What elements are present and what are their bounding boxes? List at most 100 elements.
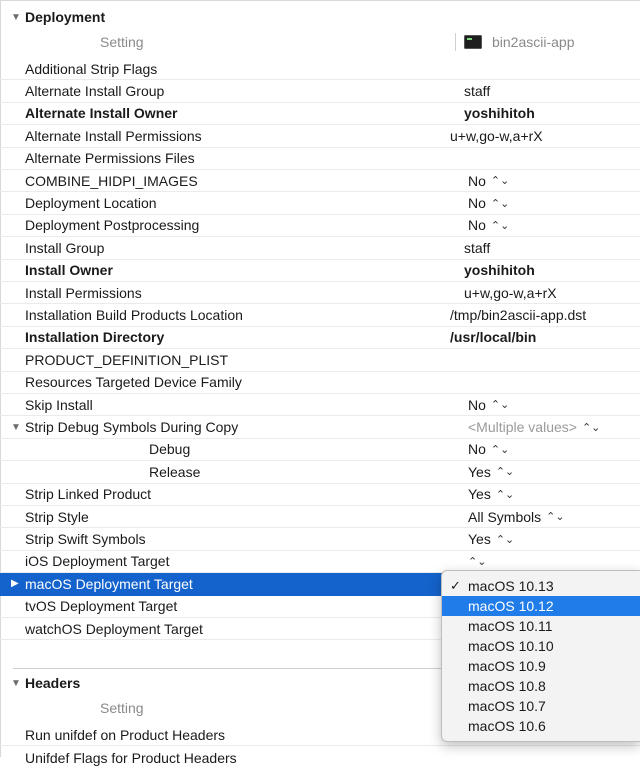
setting-value[interactable]: No ⌃⌄ <box>468 195 509 211</box>
stepper-icon[interactable]: ⌃⌄ <box>491 219 509 232</box>
setting-value[interactable]: u+w,go-w,a+rX <box>450 128 543 144</box>
setting-name: Debug <box>149 441 191 458</box>
disclosure-open-icon[interactable]: ▼ <box>11 12 21 23</box>
menu-item-macos-10-11[interactable]: macOS 10.11 <box>442 616 640 636</box>
setting-row[interactable]: Resources Targeted Device Family <box>0 372 640 394</box>
setting-column-label: Setting <box>100 700 144 716</box>
setting-name: Alternate Permissions Files <box>25 150 195 167</box>
setting-name: Deployment Location <box>25 195 157 212</box>
setting-column-label: Setting <box>100 34 144 50</box>
macos-version-popup-menu[interactable]: ✓ macOS 10.13 macOS 10.12 macOS 10.11 ma… <box>441 570 640 742</box>
setting-value[interactable]: /usr/local/bin <box>450 329 536 345</box>
stepper-icon[interactable]: ⌃⌄ <box>546 510 564 523</box>
target-column-header[interactable]: bin2ascii-app <box>456 34 575 50</box>
value-text: yoshihitoh <box>464 262 535 279</box>
menu-item-label: macOS 10.11 <box>468 618 553 634</box>
setting-value[interactable]: No ⌃⌄ <box>468 217 509 233</box>
setting-value[interactable]: staff <box>464 83 490 99</box>
top-border <box>0 0 640 1</box>
setting-value[interactable]: No ⌃⌄ <box>468 397 509 413</box>
setting-value[interactable]: yoshihitoh <box>464 105 535 121</box>
stepper-icon[interactable]: ⌃⌄ <box>491 443 509 456</box>
value-text: staff <box>464 239 491 256</box>
setting-value[interactable]: <Multiple values> ⌃⌄ <box>468 419 600 435</box>
stepper-icon[interactable]: ⌃⌄ <box>496 488 514 501</box>
value-text: u+w,go-w,a+rX <box>450 127 543 144</box>
stepper-icon[interactable]: ⌃⌄ <box>491 398 509 411</box>
disclosure-open-icon[interactable]: ▼ <box>11 422 21 433</box>
setting-row[interactable]: Installation Build Products Location /tm… <box>0 304 640 327</box>
setting-row[interactable]: Strip Swift Symbols Yes ⌃⌄ <box>0 528 640 551</box>
setting-name: iOS Deployment Target <box>25 553 170 570</box>
value-text: Yes <box>468 531 491 548</box>
setting-row-strip-debug[interactable]: ▼ Strip Debug Symbols During Copy <Multi… <box>0 416 640 439</box>
section-deployment[interactable]: ▼ Deployment <box>0 5 640 29</box>
setting-row[interactable]: Alternate Install Permissions u+w,go-w,a… <box>0 125 640 148</box>
value-text: Yes <box>468 486 491 503</box>
section-title: Deployment <box>25 9 106 25</box>
stepper-icon[interactable]: ⌃⌄ <box>582 421 600 434</box>
setting-name: PRODUCT_DEFINITION_PLIST <box>25 351 229 368</box>
setting-value[interactable]: No ⌃⌄ <box>468 173 509 189</box>
setting-row[interactable]: Deployment Location No ⌃⌄ <box>0 192 640 215</box>
setting-value[interactable]: All Symbols ⌃⌄ <box>468 509 565 525</box>
setting-name: Skip Install <box>25 396 93 413</box>
setting-subrow[interactable]: Release Yes ⌃⌄ <box>0 461 640 484</box>
disclosure-closed-icon[interactable]: ▶ <box>11 578 19 589</box>
setting-name: Deployment Postprocessing <box>25 217 200 234</box>
menu-item-macos-10-6[interactable]: macOS 10.6 <box>442 716 640 736</box>
setting-value[interactable]: Yes ⌃⌄ <box>468 531 514 547</box>
setting-row[interactable]: Additional Strip Flags <box>0 58 640 81</box>
setting-row[interactable]: COMBINE_HIDPI_IMAGES No ⌃⌄ <box>0 170 640 193</box>
setting-name: Alternate Install Group <box>25 83 165 100</box>
menu-item-label: macOS 10.12 <box>468 598 554 614</box>
menu-item-macos-10-7[interactable]: macOS 10.7 <box>442 696 640 716</box>
stepper-icon[interactable]: ⌃⌄ <box>491 197 509 210</box>
setting-value[interactable]: ⌃⌄ <box>468 555 486 568</box>
menu-item-label: macOS 10.9 <box>468 658 546 674</box>
setting-name: COMBINE_HIDPI_IMAGES <box>25 172 198 189</box>
setting-value[interactable]: Yes ⌃⌄ <box>468 464 514 480</box>
value-text: No <box>468 217 486 234</box>
setting-row[interactable]: Install Owner yoshihitoh <box>0 260 640 282</box>
setting-value[interactable]: u+w,go-w,a+rX <box>464 285 557 301</box>
setting-row[interactable]: Installation Directory /usr/local/bin <box>0 327 640 350</box>
menu-item-macos-10-10[interactable]: macOS 10.10 <box>442 636 640 656</box>
setting-value[interactable]: /tmp/bin2ascii-app.dst <box>450 307 586 323</box>
setting-value[interactable]: staff <box>464 240 490 256</box>
stepper-icon[interactable]: ⌃⌄ <box>496 533 514 546</box>
setting-value[interactable]: No ⌃⌄ <box>468 441 509 457</box>
setting-name: Install Permissions <box>25 284 142 301</box>
menu-item-macos-10-9[interactable]: macOS 10.9 <box>442 656 640 676</box>
value-text: <Multiple values> <box>468 419 577 436</box>
menu-item-macos-10-13[interactable]: ✓ macOS 10.13 <box>442 576 640 596</box>
menu-item-label: macOS 10.7 <box>468 698 546 714</box>
disclosure-open-icon[interactable]: ▼ <box>11 678 21 689</box>
stepper-icon[interactable]: ⌃⌄ <box>496 465 514 478</box>
setting-row[interactable]: Unifdef Flags for Product Headers <box>0 746 640 768</box>
menu-item-macos-10-12[interactable]: macOS 10.12 <box>442 596 640 616</box>
checkmark-icon: ✓ <box>450 578 461 593</box>
stepper-icon[interactable]: ⌃⌄ <box>491 174 509 187</box>
setting-row[interactable]: Install Permissions u+w,go-w,a+rX <box>0 282 640 305</box>
setting-row[interactable]: Alternate Permissions Files <box>0 148 640 170</box>
setting-value[interactable]: yoshihitoh <box>464 262 535 278</box>
setting-row[interactable]: PRODUCT_DEFINITION_PLIST <box>0 349 640 372</box>
menu-item-macos-10-8[interactable]: macOS 10.8 <box>442 676 640 696</box>
setting-name: Installation Directory <box>25 329 165 346</box>
setting-name: macOS Deployment Target <box>25 575 193 592</box>
setting-row[interactable]: Alternate Install Group staff <box>0 80 640 103</box>
setting-row[interactable]: Install Group staff <box>0 237 640 260</box>
setting-row[interactable]: Alternate Install Owner yoshihitoh <box>0 103 640 126</box>
stepper-icon[interactable]: ⌃⌄ <box>468 555 486 568</box>
setting-name: Release <box>149 463 201 480</box>
setting-row[interactable]: Strip Style All Symbols ⌃⌄ <box>0 506 640 529</box>
setting-row[interactable]: Skip Install No ⌃⌄ <box>0 394 640 417</box>
setting-value[interactable]: Yes ⌃⌄ <box>468 486 514 502</box>
terminal-app-icon <box>464 35 482 49</box>
setting-name: Strip Style <box>25 508 89 525</box>
setting-subrow[interactable]: Debug No ⌃⌄ <box>0 439 640 462</box>
setting-row[interactable]: Deployment Postprocessing No ⌃⌄ <box>0 215 640 238</box>
setting-name: Alternate Install Permissions <box>25 127 202 144</box>
setting-row[interactable]: Strip Linked Product Yes ⌃⌄ <box>0 484 640 506</box>
